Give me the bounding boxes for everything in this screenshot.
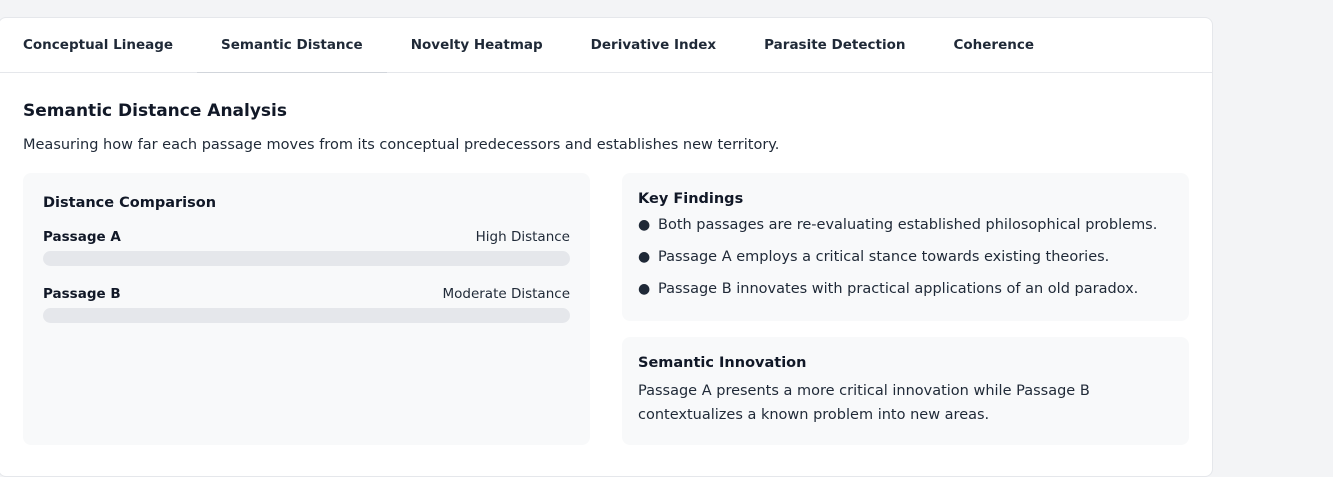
- distance-row-header: Passage B Moderate Distance: [43, 286, 570, 302]
- panel-title: Semantic Innovation: [638, 355, 807, 371]
- tab-label: Parasite Detection: [764, 37, 906, 53]
- tab-derivative-index[interactable]: Derivative Index: [567, 18, 740, 72]
- list-item: ● Passage B innovates with practical appl…: [638, 279, 1173, 299]
- semantic-innovation-panel: Semantic Innovation Passage A presents a…: [622, 337, 1189, 445]
- tab-content: Semantic Distance Analysis Measuring how…: [0, 73, 1212, 453]
- key-findings-panel: Key Findings ● Both passages are re-evalu…: [622, 173, 1189, 321]
- tab-conceptual-lineage[interactable]: Conceptual Lineage: [0, 18, 197, 72]
- list-item: ● Both passages are re-evaluating establi…: [638, 215, 1173, 235]
- distance-row-label: Passage B: [43, 286, 121, 302]
- distance-row-value: Moderate Distance: [442, 286, 570, 302]
- page-subtitle: Measuring how far each passage moves fro…: [23, 137, 780, 153]
- distance-row-label: Passage A: [43, 229, 121, 245]
- findings-list: ● Both passages are re-evaluating establi…: [638, 215, 1173, 299]
- page-title: Semantic Distance Analysis: [23, 101, 287, 121]
- finding-text: Passage A employs a critical stance towa…: [658, 249, 1110, 265]
- tab-label: Semantic Distance: [221, 37, 363, 53]
- distance-row: Passage B Moderate Distance: [43, 286, 570, 323]
- distance-comparison-panel: Distance Comparison Passage A High Dista…: [23, 173, 590, 445]
- tab-label: Conceptual Lineage: [23, 37, 174, 53]
- tab-bar: Conceptual Lineage Semantic Distance Nov…: [0, 18, 1212, 73]
- panel-title: Key Findings: [638, 191, 744, 207]
- bullet-icon: ●: [638, 217, 651, 233]
- distance-bar-track: [43, 308, 570, 323]
- finding-text: Passage B innovates with practical appli…: [658, 281, 1139, 297]
- tab-coherence[interactable]: Coherence: [929, 18, 1058, 72]
- tab-novelty-heatmap[interactable]: Novelty Heatmap: [387, 18, 567, 72]
- distance-row: Passage A High Distance: [43, 229, 570, 266]
- analysis-card: Conceptual Lineage Semantic Distance Nov…: [0, 17, 1213, 477]
- tab-semantic-distance[interactable]: Semantic Distance: [197, 18, 387, 73]
- bullet-icon: ●: [638, 281, 651, 297]
- tab-parasite-detection[interactable]: Parasite Detection: [740, 18, 929, 72]
- distance-row-value: High Distance: [475, 229, 570, 245]
- distance-bar-track: [43, 251, 570, 266]
- bullet-icon: ●: [638, 249, 651, 265]
- list-item: ● Passage A employs a critical stance tow…: [638, 247, 1173, 267]
- content-grid: Distance Comparison Passage A High Dista…: [23, 173, 1189, 453]
- tab-label: Coherence: [953, 37, 1035, 53]
- panel-title: Distance Comparison: [43, 195, 217, 211]
- tab-label: Derivative Index: [590, 37, 717, 53]
- distance-row-header: Passage A High Distance: [43, 229, 570, 245]
- finding-text: Both passages are re-evaluating establis…: [658, 217, 1158, 233]
- tab-label: Novelty Heatmap: [410, 37, 543, 53]
- innovation-text: Passage A presents a more critical innov…: [638, 383, 1090, 423]
